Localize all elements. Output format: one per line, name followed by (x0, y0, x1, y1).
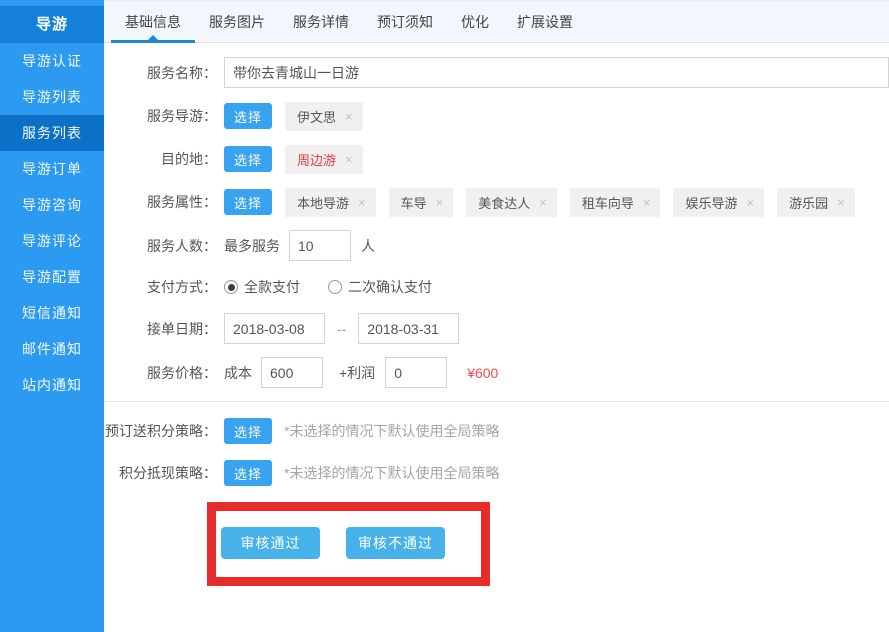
sidebar-item-guide-consult[interactable]: 导游咨询 (0, 187, 104, 223)
remove-tag-icon[interactable]: × (358, 195, 366, 210)
guide-tag: 伊文思 × (285, 102, 363, 131)
form-row-booking-points: 预订送积分策略： 选择 *未选择的情况下默认使用全局策略 (104, 418, 889, 444)
profit-label: +利润 (339, 363, 375, 383)
sidebar-item-guide-certification[interactable]: 导游认证 (0, 43, 104, 79)
form-row-points-deduction: 积分抵现策略： 选择 *未选择的情况下默认使用全局策略 (104, 460, 889, 486)
service-name-input[interactable] (224, 57, 889, 88)
capacity-prefix: 最多服务 (224, 236, 280, 256)
service-name-label: 服务名称： (104, 63, 217, 83)
sidebar-nav: 导游认证 导游列表 服务列表 导游订单 导游咨询 导游评论 导游配置 短信通知 … (0, 43, 104, 403)
radio-icon (328, 280, 342, 294)
sidebar-item-service-list[interactable]: 服务列表 (0, 115, 104, 151)
tab-optimization[interactable]: 优化 (447, 1, 503, 42)
attribute-tag-label: 游乐园 (789, 193, 828, 212)
cost-input[interactable] (261, 357, 323, 388)
sidebar-item-sms-notify[interactable]: 短信通知 (0, 295, 104, 331)
attribute-tag-label: 娱乐导游 (685, 193, 737, 212)
tab-bar: 基础信息 服务图片 服务详情 预订须知 优化 扩展设置 (104, 0, 889, 43)
section-divider (104, 401, 889, 402)
remove-tag-icon[interactable]: × (746, 195, 754, 210)
radio-second-confirm-payment[interactable]: 二次确认支付 (328, 277, 432, 297)
form-row-destination: 目的地： 选择 周边游 × (104, 144, 889, 174)
approve-button[interactable]: 审核通过 (221, 527, 320, 559)
end-date-input[interactable] (358, 313, 459, 344)
guide-tag-label: 伊文思 (297, 107, 336, 126)
remove-tag-icon[interactable]: × (643, 195, 651, 210)
remove-tag-icon[interactable]: × (539, 195, 547, 210)
select-points-deduction-button[interactable]: 选择 (224, 460, 272, 486)
attribute-tag: 租车向导 × (570, 188, 661, 217)
attributes-label: 服务属性： (104, 192, 217, 212)
capacity-suffix: 人 (361, 236, 375, 256)
sidebar-item-email-notify[interactable]: 邮件通知 (0, 331, 104, 367)
tab-booking-notice[interactable]: 预订须知 (363, 1, 447, 42)
select-destination-button[interactable]: 选择 (224, 146, 272, 172)
form-row-date-range: 接单日期： -- (104, 313, 889, 344)
form-row-payment: 支付方式： 全款支付 二次确认支付 (104, 274, 889, 300)
tab-service-detail[interactable]: 服务详情 (279, 1, 363, 42)
select-booking-points-button[interactable]: 选择 (224, 418, 272, 444)
attribute-tag-label: 车导 (401, 193, 427, 212)
radio-full-payment-label: 全款支付 (244, 277, 300, 297)
booking-points-label: 预订送积分策略： (104, 421, 217, 441)
form-row-attributes: 服务属性： 选择 本地导游 × 车导 × 美食达人 × (104, 187, 889, 217)
remove-tag-icon[interactable]: × (837, 195, 845, 210)
form-row-capacity: 服务人数： 最多服务 人 (104, 230, 889, 261)
payment-label: 支付方式： (104, 277, 217, 297)
radio-icon (224, 280, 238, 294)
date-separator: -- (337, 321, 346, 337)
date-range-label: 接单日期： (104, 319, 217, 339)
attribute-tag-label: 租车向导 (582, 193, 634, 212)
attribute-tag-label: 本地导游 (297, 193, 349, 212)
sidebar-item-guide-comments[interactable]: 导游评论 (0, 223, 104, 259)
price-label: 服务价格： (104, 363, 217, 383)
destination-tag: 周边游 × (285, 145, 363, 174)
select-guide-button[interactable]: 选择 (224, 103, 272, 129)
attribute-tag: 娱乐导游 × (673, 188, 764, 217)
sidebar-item-guide-list[interactable]: 导游列表 (0, 79, 104, 115)
service-guide-label: 服务导游： (104, 106, 217, 126)
attribute-tag-label: 美食达人 (478, 193, 530, 212)
total-price: ¥600 (467, 365, 498, 381)
form-row-price: 服务价格： 成本 +利润 ¥600 (104, 357, 889, 388)
page: 导游 导游认证 导游列表 服务列表 导游订单 导游咨询 导游评论 导游配置 短信… (0, 0, 889, 632)
tab-basic-info[interactable]: 基础信息 (111, 1, 195, 42)
reject-button[interactable]: 审核不通过 (346, 527, 445, 559)
attribute-tag: 游乐园 × (777, 188, 855, 217)
select-attributes-button[interactable]: 选择 (224, 189, 272, 215)
tab-service-images[interactable]: 服务图片 (195, 1, 279, 42)
capacity-input[interactable] (289, 230, 351, 261)
start-date-input[interactable] (224, 313, 325, 344)
profit-input[interactable] (385, 357, 447, 388)
capacity-label: 服务人数： (104, 236, 217, 256)
form-row-service-name: 服务名称： (104, 57, 889, 88)
points-deduction-note: *未选择的情况下默认使用全局策略 (284, 463, 499, 483)
attribute-tag: 美食达人 × (466, 188, 557, 217)
attribute-tag: 车导 × (389, 188, 454, 217)
radio-second-confirm-payment-label: 二次确认支付 (348, 277, 432, 297)
booking-points-note: *未选择的情况下默认使用全局策略 (284, 421, 499, 441)
remove-tag-icon[interactable]: × (345, 109, 353, 124)
destination-tag-label: 周边游 (297, 150, 336, 169)
cost-label: 成本 (224, 363, 252, 383)
tab-extended-settings[interactable]: 扩展设置 (503, 1, 587, 42)
destination-label: 目的地： (104, 149, 217, 169)
form-content: 服务名称： 服务导游： 选择 伊文思 × 目的地： (104, 43, 889, 632)
red-annotation-box: 审核通过 审核不通过 (207, 502, 490, 586)
remove-tag-icon[interactable]: × (345, 152, 353, 167)
sidebar-item-guide-orders[interactable]: 导游订单 (0, 151, 104, 187)
sidebar-title: 导游 (0, 6, 104, 43)
attribute-tag: 本地导游 × (285, 188, 376, 217)
radio-full-payment[interactable]: 全款支付 (224, 277, 300, 297)
points-deduction-label: 积分抵现策略： (104, 463, 217, 483)
sidebar-item-guide-config[interactable]: 导游配置 (0, 259, 104, 295)
sidebar: 导游 导游认证 导游列表 服务列表 导游订单 导游咨询 导游评论 导游配置 短信… (0, 0, 104, 632)
sidebar-item-site-notify[interactable]: 站内通知 (0, 367, 104, 403)
form-row-service-guide: 服务导游： 选择 伊文思 × (104, 101, 889, 131)
remove-tag-icon[interactable]: × (436, 195, 444, 210)
main-panel: 基础信息 服务图片 服务详情 预订须知 优化 扩展设置 服务名称： 服务导游： … (104, 0, 889, 632)
